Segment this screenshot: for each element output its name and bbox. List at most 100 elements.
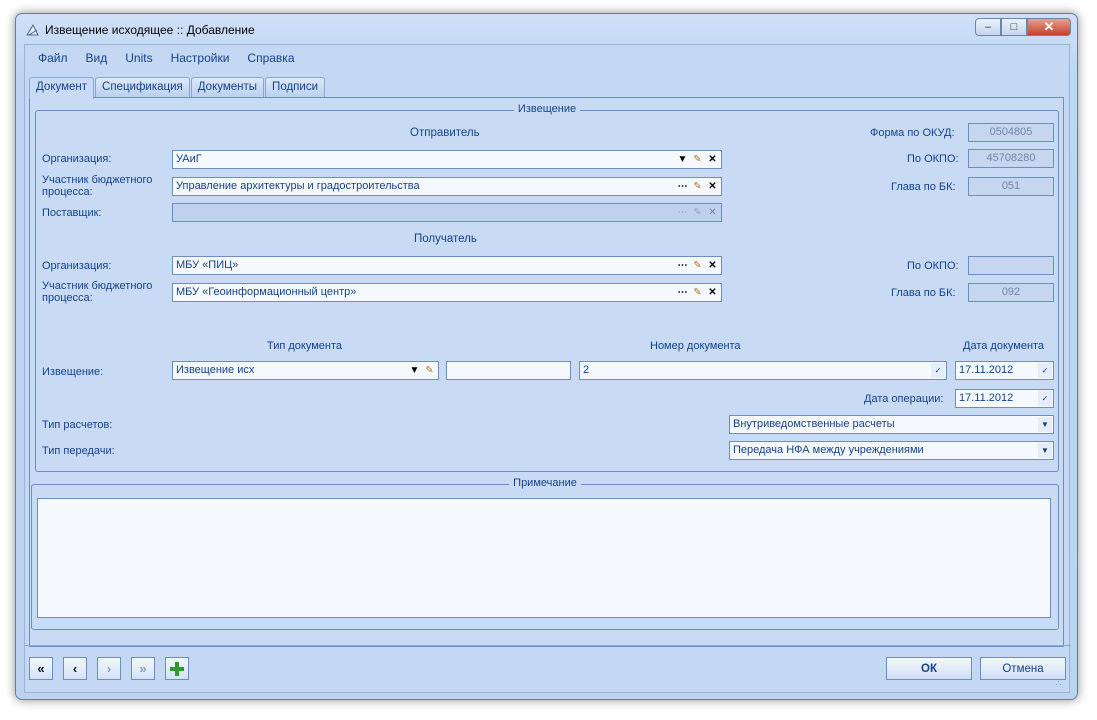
clear-icon[interactable]: ✕ — [705, 284, 720, 301]
next-record-button[interactable]: › — [97, 657, 121, 680]
tab-documents[interactable]: Документы — [190, 77, 265, 98]
chevron-down-icon[interactable]: ▼ — [1038, 443, 1052, 458]
chevron-down-icon[interactable]: ▼ — [407, 362, 422, 379]
transfer-type-select[interactable]: Передача НФА между учреждениями ▼ — [729, 441, 1054, 460]
transfer-type-label: Тип передачи: — [42, 445, 115, 457]
previous-record-button[interactable]: ‹ — [63, 657, 87, 680]
recipient-participant-field[interactable]: МБУ «Геоинформационный центр» ⋯ ✎ ✕ — [172, 283, 722, 302]
tab-signatures[interactable]: Подписи — [265, 77, 325, 98]
menu-view[interactable]: Вид — [77, 49, 117, 67]
doc-date-header: Дата документа — [963, 340, 1045, 352]
close-icon: ✕ — [1043, 19, 1055, 34]
client-area: Файл Вид Units Настройки Справка Докумен… — [24, 44, 1071, 693]
ellipsis-icon[interactable]: ⋯ — [675, 284, 690, 301]
calendar-dropdown-icon[interactable]: ✓ — [1038, 363, 1052, 378]
sender-okpo-field: 45708280 — [968, 149, 1054, 168]
clear-icon[interactable]: ✕ — [705, 178, 720, 195]
recipient-org-field[interactable]: МБУ «ПИЦ» ⋯ ✎ ✕ — [172, 256, 722, 275]
first-page-icon: « — [37, 661, 45, 676]
doc-type-select[interactable]: Извещение исх ▼ ✎ — [172, 361, 439, 380]
doc-date-field[interactable]: 17.11.2012 ✓ — [955, 361, 1054, 380]
pick-icon[interactable]: ✎ — [690, 257, 705, 274]
doc-number-value: 2 — [583, 364, 590, 376]
pick-icon[interactable]: ✎ — [690, 151, 705, 168]
chevron-down-icon[interactable]: ▼ — [675, 151, 690, 168]
doc-type-value: Извещение исх — [176, 364, 255, 376]
pick-icon[interactable]: ✎ — [690, 204, 705, 221]
sender-org-label: Организация: — [42, 153, 112, 165]
pick-icon[interactable]: ✎ — [690, 284, 705, 301]
close-window-button[interactable]: ✕ — [1027, 18, 1071, 36]
note-group: Примечание — [31, 477, 1059, 630]
okud-label: Форма по ОКУД: — [870, 127, 955, 139]
next-icon: › — [106, 661, 112, 676]
note-textarea[interactable] — [37, 498, 1051, 618]
recipient-org-label: Организация: — [42, 260, 112, 272]
chevron-down-icon[interactable]: ✓ — [931, 363, 945, 378]
minimize-button[interactable]: – — [975, 18, 1001, 36]
sender-org-value: УАиГ — [176, 153, 202, 165]
sender-org-field[interactable]: УАиГ ▼ ✎ ✕ — [172, 150, 722, 169]
document-panel: Извещение Отправитель Форма по ОКУД: 050… — [29, 97, 1064, 647]
tab-document[interactable]: Документ — [29, 77, 95, 99]
doc-date-value: 17.11.2012 — [959, 364, 1014, 376]
doc-number-header: Номер документа — [650, 340, 741, 352]
menu-units[interactable]: Units — [116, 49, 161, 67]
sender-participant-field[interactable]: Управление архитектуры и градостроительс… — [172, 177, 722, 196]
previous-icon: ‹ — [72, 661, 78, 676]
notice-group: Извещение Отправитель Форма по ОКУД: 050… — [35, 103, 1059, 472]
add-record-button[interactable] — [165, 657, 189, 680]
ellipsis-icon[interactable]: ⋯ — [675, 204, 690, 221]
recipient-title: Получатель — [414, 233, 477, 245]
notice-label: Извещение: — [42, 366, 104, 378]
menu-help[interactable]: Справка — [238, 49, 303, 67]
clear-icon[interactable]: ✕ — [705, 151, 720, 168]
ellipsis-icon[interactable]: ⋯ — [675, 257, 690, 274]
calc-type-select[interactable]: Внутриведомственные расчеты ▼ — [729, 415, 1054, 434]
sender-bk-field: 051 — [968, 177, 1054, 196]
notice-group-title: Извещение — [513, 103, 581, 115]
clear-icon[interactable]: ✕ — [705, 204, 720, 221]
ok-button[interactable]: ОК — [886, 657, 972, 680]
note-group-title: Примечание — [509, 477, 581, 489]
recipient-bk-label: Глава по БК: — [891, 287, 956, 299]
chevron-down-icon[interactable]: ▼ — [1038, 417, 1052, 432]
window-title: Извещение исходящее :: Добавление — [45, 23, 255, 37]
okud-field: 0504805 — [968, 123, 1054, 142]
doc-number-field[interactable]: 2 ✓ — [579, 361, 947, 380]
sender-title: Отправитель — [410, 127, 480, 139]
tab-specification[interactable]: Спецификация — [95, 77, 190, 98]
menu-settings[interactable]: Настройки — [162, 49, 239, 67]
cancel-button[interactable]: Отмена — [980, 657, 1066, 680]
recipient-okpo-label: По ОКПО: — [907, 260, 959, 272]
recipient-org-value: МБУ «ПИЦ» — [176, 259, 239, 271]
ellipsis-icon[interactable]: ⋯ — [675, 178, 690, 195]
clear-icon[interactable]: ✕ — [705, 257, 720, 274]
doc-type-header: Тип документа — [267, 340, 343, 352]
recipient-bk-field: 092 — [968, 283, 1054, 302]
doc-extra-field[interactable] — [446, 361, 571, 380]
title-bar[interactable]: Извещение исходящее :: Добавление – □ ✕ — [16, 14, 1077, 44]
menu-file[interactable]: Файл — [29, 49, 77, 67]
maximize-button[interactable]: □ — [1001, 18, 1027, 36]
calc-type-label: Тип расчетов: — [42, 419, 113, 431]
minimize-icon: – — [984, 21, 992, 33]
first-record-button[interactable]: « — [29, 657, 53, 680]
supplier-label: Поставщик: — [42, 207, 102, 219]
app-icon — [26, 23, 39, 36]
pick-icon[interactable]: ✎ — [422, 362, 437, 379]
supplier-field[interactable]: ⋯ ✎ ✕ — [172, 203, 722, 222]
recipient-participant-label: Участник бюджетного процесса: — [42, 280, 153, 304]
calendar-dropdown-icon[interactable]: ✓ — [1038, 391, 1052, 406]
resize-grip-icon[interactable]: ∴ — [1056, 679, 1066, 689]
add-icon — [170, 661, 184, 676]
tab-strip: Документ Спецификация Документы Подписи — [29, 77, 326, 99]
op-date-label: Дата операции: — [864, 393, 944, 405]
last-record-button[interactable]: » — [131, 657, 155, 680]
sender-okpo-label: По ОКПО: — [907, 153, 959, 165]
bottom-divider — [25, 645, 1071, 646]
sender-participant-label: Участник бюджетного процесса: — [42, 174, 153, 198]
last-page-icon: » — [139, 661, 147, 676]
pick-icon[interactable]: ✎ — [690, 178, 705, 195]
op-date-field[interactable]: 17.11.2012 ✓ — [955, 389, 1054, 408]
